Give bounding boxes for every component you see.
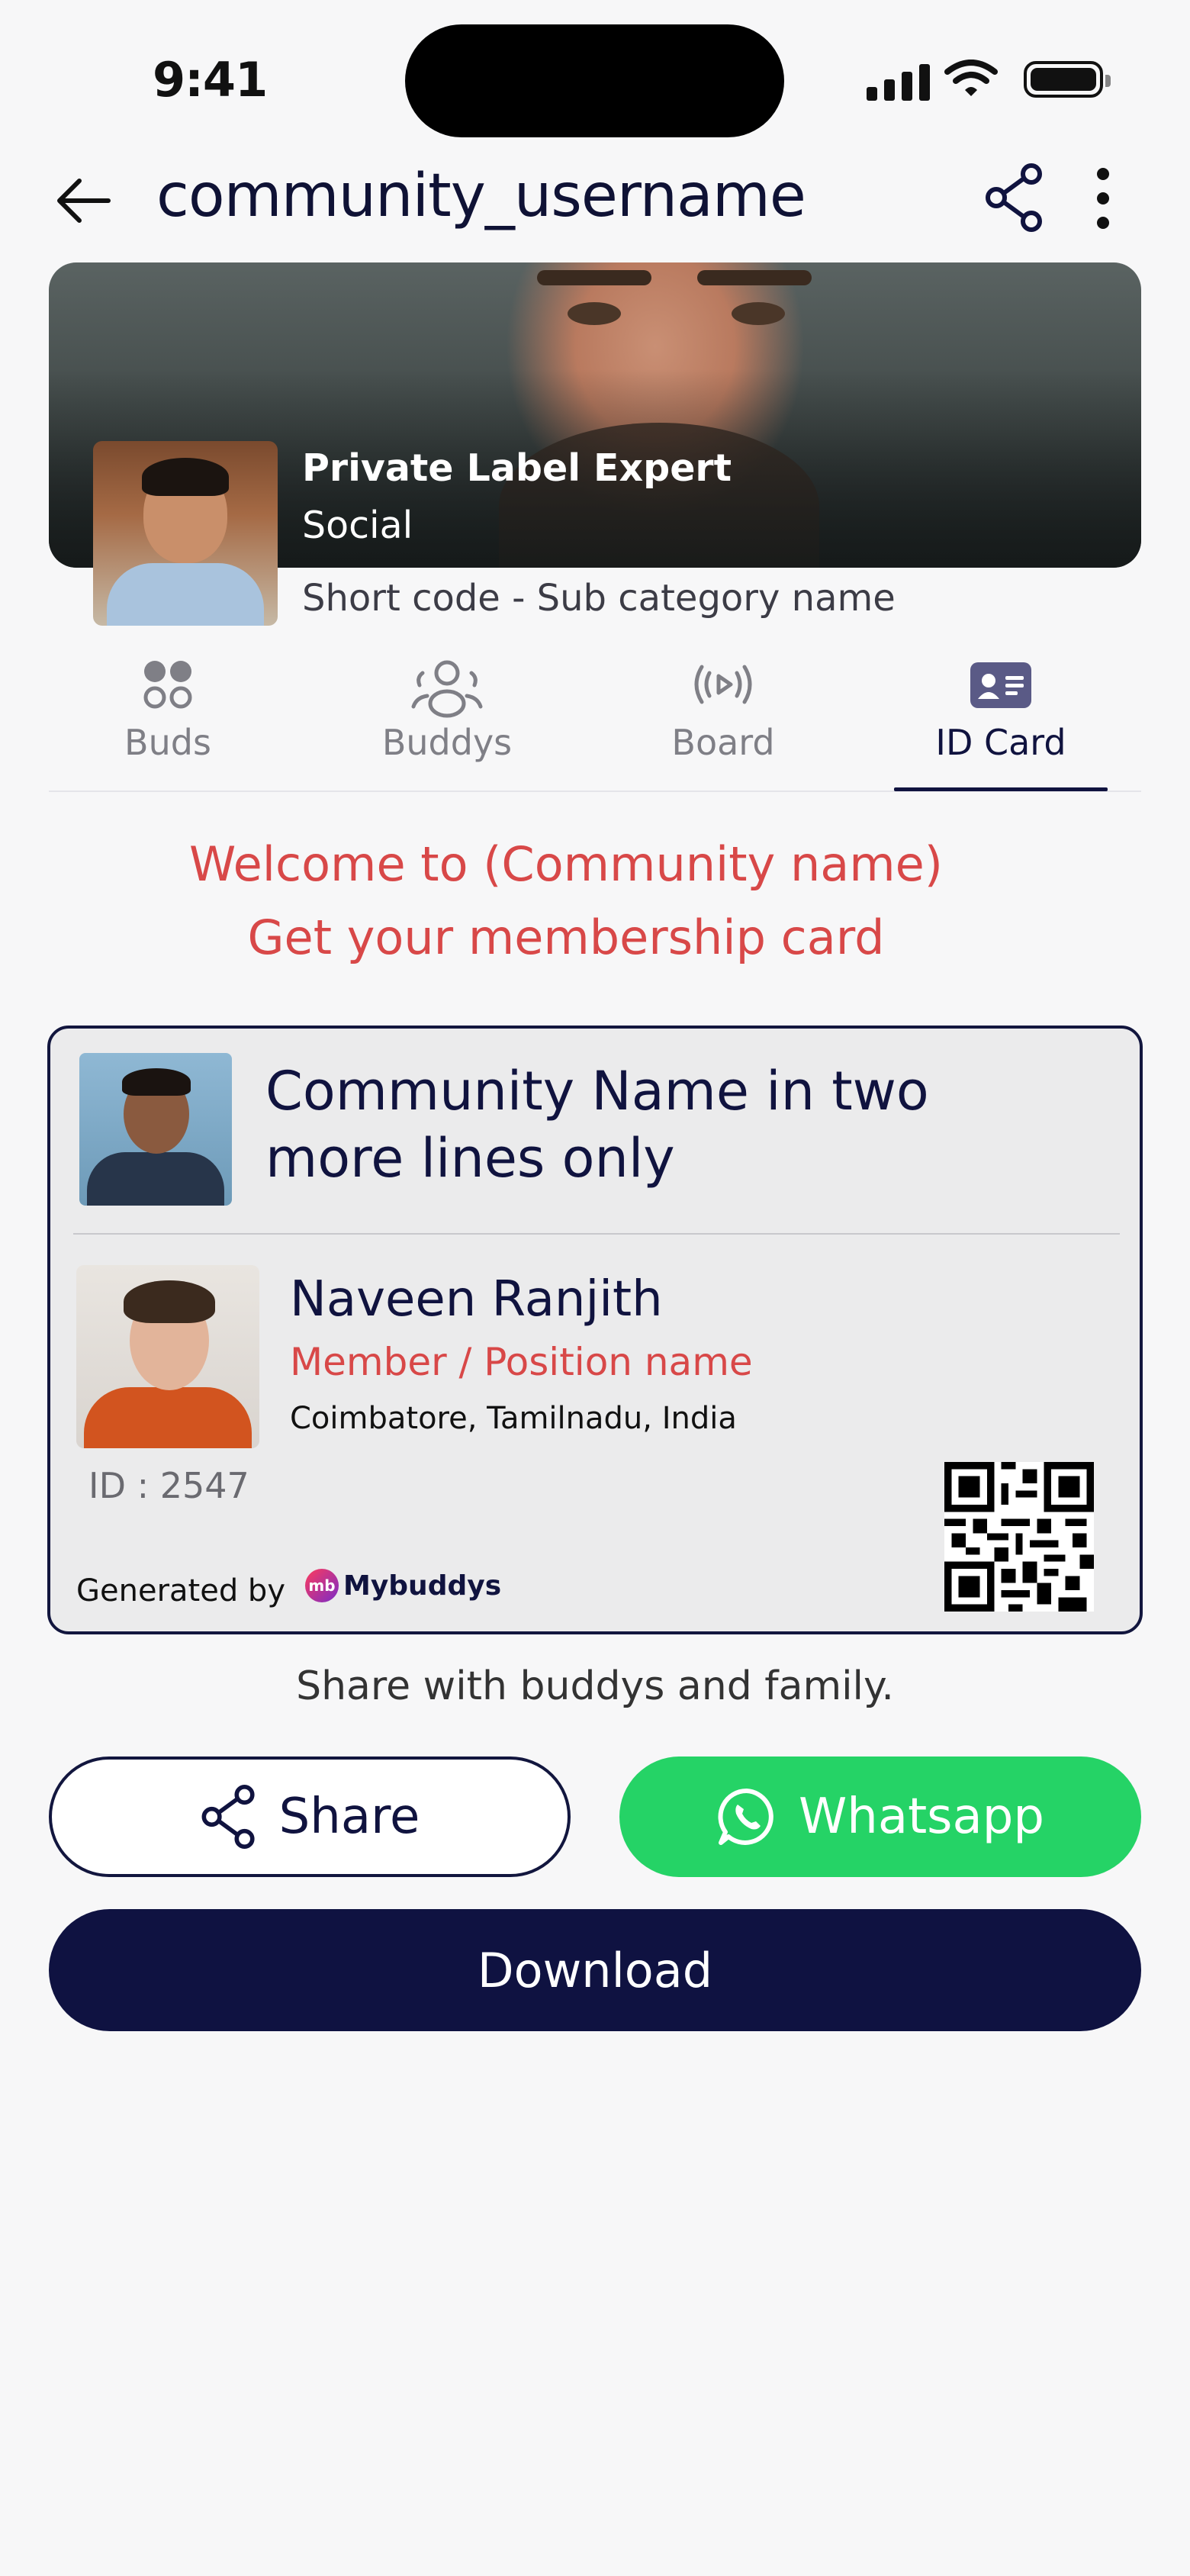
share-icon	[201, 1785, 255, 1849]
card-divider	[73, 1233, 1120, 1235]
welcome-subtitle: Get your membership card	[247, 910, 885, 965]
share-button-label: Share	[278, 1789, 420, 1845]
download-button[interactable]: Download	[49, 1909, 1141, 2031]
welcome-title: Welcome to (Community name)	[188, 836, 943, 892]
mybuddys-logo: mb Mybuddys	[305, 1569, 501, 1602]
buddys-icon	[411, 660, 483, 718]
tab-label: Board	[671, 722, 775, 763]
signal-icon	[867, 64, 930, 101]
profile-category: Social	[302, 504, 413, 547]
share-button[interactable]: Share	[49, 1757, 571, 1877]
profile-label: Private Label Expert	[302, 446, 732, 490]
mybuddys-badge: mb	[305, 1569, 339, 1602]
status-time: 9:41	[153, 52, 268, 108]
qr-code-icon	[944, 1462, 1094, 1612]
member-photo	[76, 1265, 259, 1448]
tab-id-card[interactable]: ID Card	[886, 658, 1115, 763]
mybuddys-wordmark: Mybuddys	[343, 1570, 502, 1602]
back-arrow-icon[interactable]	[53, 174, 114, 227]
profile-avatar[interactable]	[93, 441, 278, 626]
more-options-icon[interactable]	[1091, 166, 1115, 230]
download-button-label: Download	[477, 1942, 713, 1998]
whatsapp-button[interactable]: Whatsapp	[619, 1757, 1141, 1877]
member-id: ID : 2547	[88, 1465, 249, 1506]
tab-label: ID Card	[935, 722, 1066, 763]
whatsapp-icon	[718, 1788, 774, 1845]
member-position: Member / Position name	[290, 1340, 753, 1384]
profile-short-code: Short code - Sub category name	[302, 577, 896, 620]
member-location: Coimbatore, Tamilnadu, India	[290, 1401, 737, 1436]
board-icon	[694, 665, 752, 704]
tab-buddys[interactable]: Buddys	[333, 658, 561, 763]
wifi-icon	[944, 60, 998, 96]
share-icon[interactable]	[984, 163, 1045, 232]
whatsapp-button-label: Whatsapp	[799, 1789, 1044, 1845]
generated-by-label: Generated by	[76, 1573, 285, 1608]
tab-board[interactable]: Board	[609, 658, 838, 763]
community-name: Community Name in two more lines only	[265, 1060, 929, 1190]
active-tab-indicator	[894, 787, 1108, 791]
battery-icon	[1024, 61, 1111, 98]
tab-label: Buddys	[381, 722, 513, 763]
tab-buds[interactable]: Buds	[53, 658, 282, 763]
buds-icon	[143, 661, 192, 709]
tab-label: Buds	[124, 722, 211, 763]
id-card-icon	[970, 662, 1031, 708]
community-photo	[79, 1053, 232, 1206]
dynamic-island	[405, 24, 784, 137]
member-name: Naveen Ranjith	[290, 1271, 663, 1328]
page-title: community_username	[156, 162, 806, 230]
share-note: Share with buddys and family.	[296, 1663, 894, 1709]
